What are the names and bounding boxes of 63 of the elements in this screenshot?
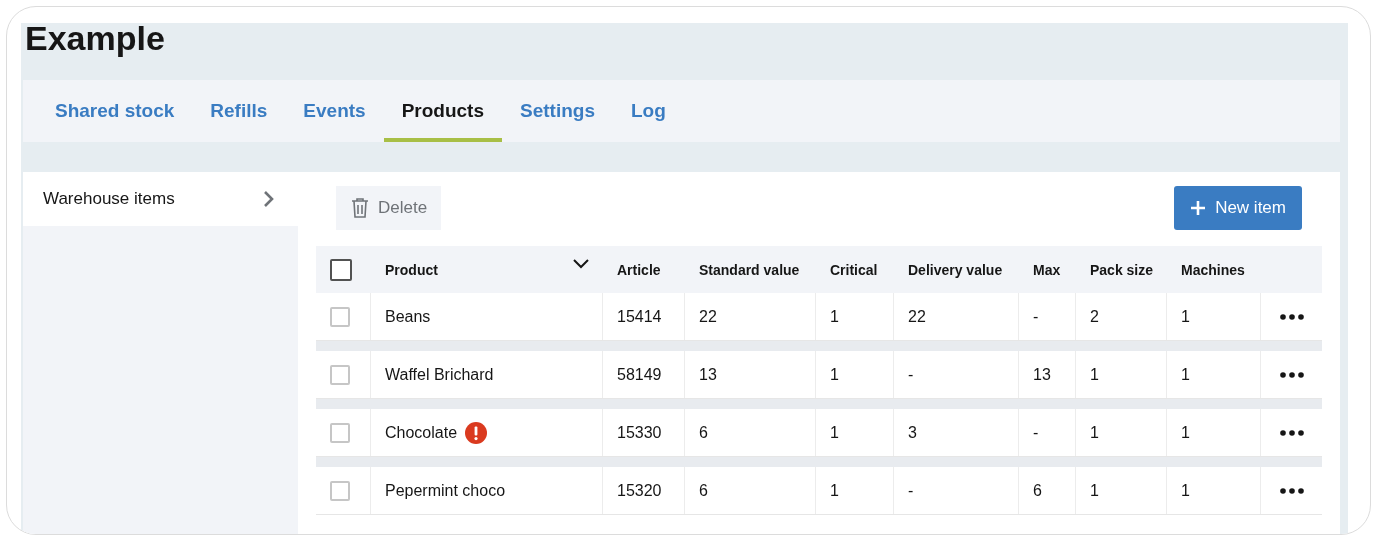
tab[interactable]: Events	[285, 80, 384, 142]
more-options-icon[interactable]	[1279, 429, 1304, 436]
table-cell: 1	[830, 423, 839, 442]
table-cell: 58149	[617, 365, 662, 384]
chevron-right-icon	[262, 190, 274, 208]
plus-icon	[1190, 200, 1207, 216]
more-options-icon[interactable]	[1279, 313, 1304, 320]
sidebar-item-label: Warehouse items	[43, 189, 175, 209]
more-options-icon[interactable]	[1279, 371, 1304, 378]
table-cell: 1	[1090, 423, 1099, 442]
table-cell: 1	[1181, 365, 1190, 384]
tab[interactable]: Log	[613, 80, 684, 142]
table-cell: 22	[699, 307, 717, 326]
row-checkbox[interactable]	[330, 480, 350, 501]
table-cell: 6	[1033, 481, 1042, 500]
table-cell: 15414	[617, 307, 662, 326]
more-options-icon[interactable]	[1279, 487, 1304, 494]
row-checkbox[interactable]	[330, 306, 350, 327]
table-cell: 1	[830, 481, 839, 500]
new-item-button[interactable]: New item	[1174, 186, 1302, 230]
table-cell: 1	[830, 365, 839, 384]
table-cell: 6	[699, 481, 708, 500]
table-cell: Waffel Brichard	[385, 365, 494, 384]
tab[interactable]: Settings	[502, 80, 613, 142]
table-cell: 1	[830, 307, 839, 326]
table-cell: 15320	[617, 481, 662, 500]
table-cell: 2	[1090, 307, 1099, 326]
column-header: Pack size	[1090, 261, 1154, 278]
row-checkbox[interactable]	[330, 364, 350, 385]
column-header: Standard value	[699, 261, 800, 278]
trash-icon	[350, 197, 370, 219]
table-cell: 1	[1181, 481, 1190, 500]
column-header: Machines	[1181, 261, 1245, 278]
table-cell: 13	[699, 365, 717, 384]
column-header: Article	[617, 261, 661, 278]
table-cell: 1	[1090, 365, 1099, 384]
row-checkbox[interactable]	[330, 422, 350, 443]
table-cell: -	[908, 365, 914, 384]
column-header: Max	[1033, 261, 1061, 278]
tab[interactable]: Shared stock	[37, 80, 193, 142]
table-cell: 15330	[617, 423, 662, 442]
table-cell: 1	[1181, 307, 1190, 326]
table-cell: -	[1033, 307, 1039, 326]
select-all-checkbox[interactable]	[330, 258, 352, 281]
table-cell: Beans	[385, 307, 431, 326]
table-cell: 1	[1090, 481, 1099, 500]
table-cell: Pepermint choco	[385, 481, 506, 500]
chevron-down-icon[interactable]	[573, 259, 589, 269]
table-cell: 13	[1033, 365, 1051, 384]
table-cell: 3	[908, 423, 917, 442]
table-cell: -	[908, 481, 914, 500]
sidebar-item[interactable]: Warehouse items	[23, 172, 298, 226]
column-header: Critical	[830, 261, 878, 278]
table-cell: 22	[908, 307, 926, 326]
tab[interactable]: Products	[383, 80, 503, 142]
column-header: Product	[385, 261, 438, 278]
table-cell: 1	[1181, 423, 1190, 442]
table-cell: Chocolate	[385, 423, 458, 442]
page-title: Example	[24, 21, 166, 59]
table-cell: 6	[699, 423, 708, 442]
column-header: Delivery value	[908, 261, 1003, 278]
table-cell: -	[1033, 423, 1039, 442]
tab[interactable]: Refills	[192, 80, 286, 142]
